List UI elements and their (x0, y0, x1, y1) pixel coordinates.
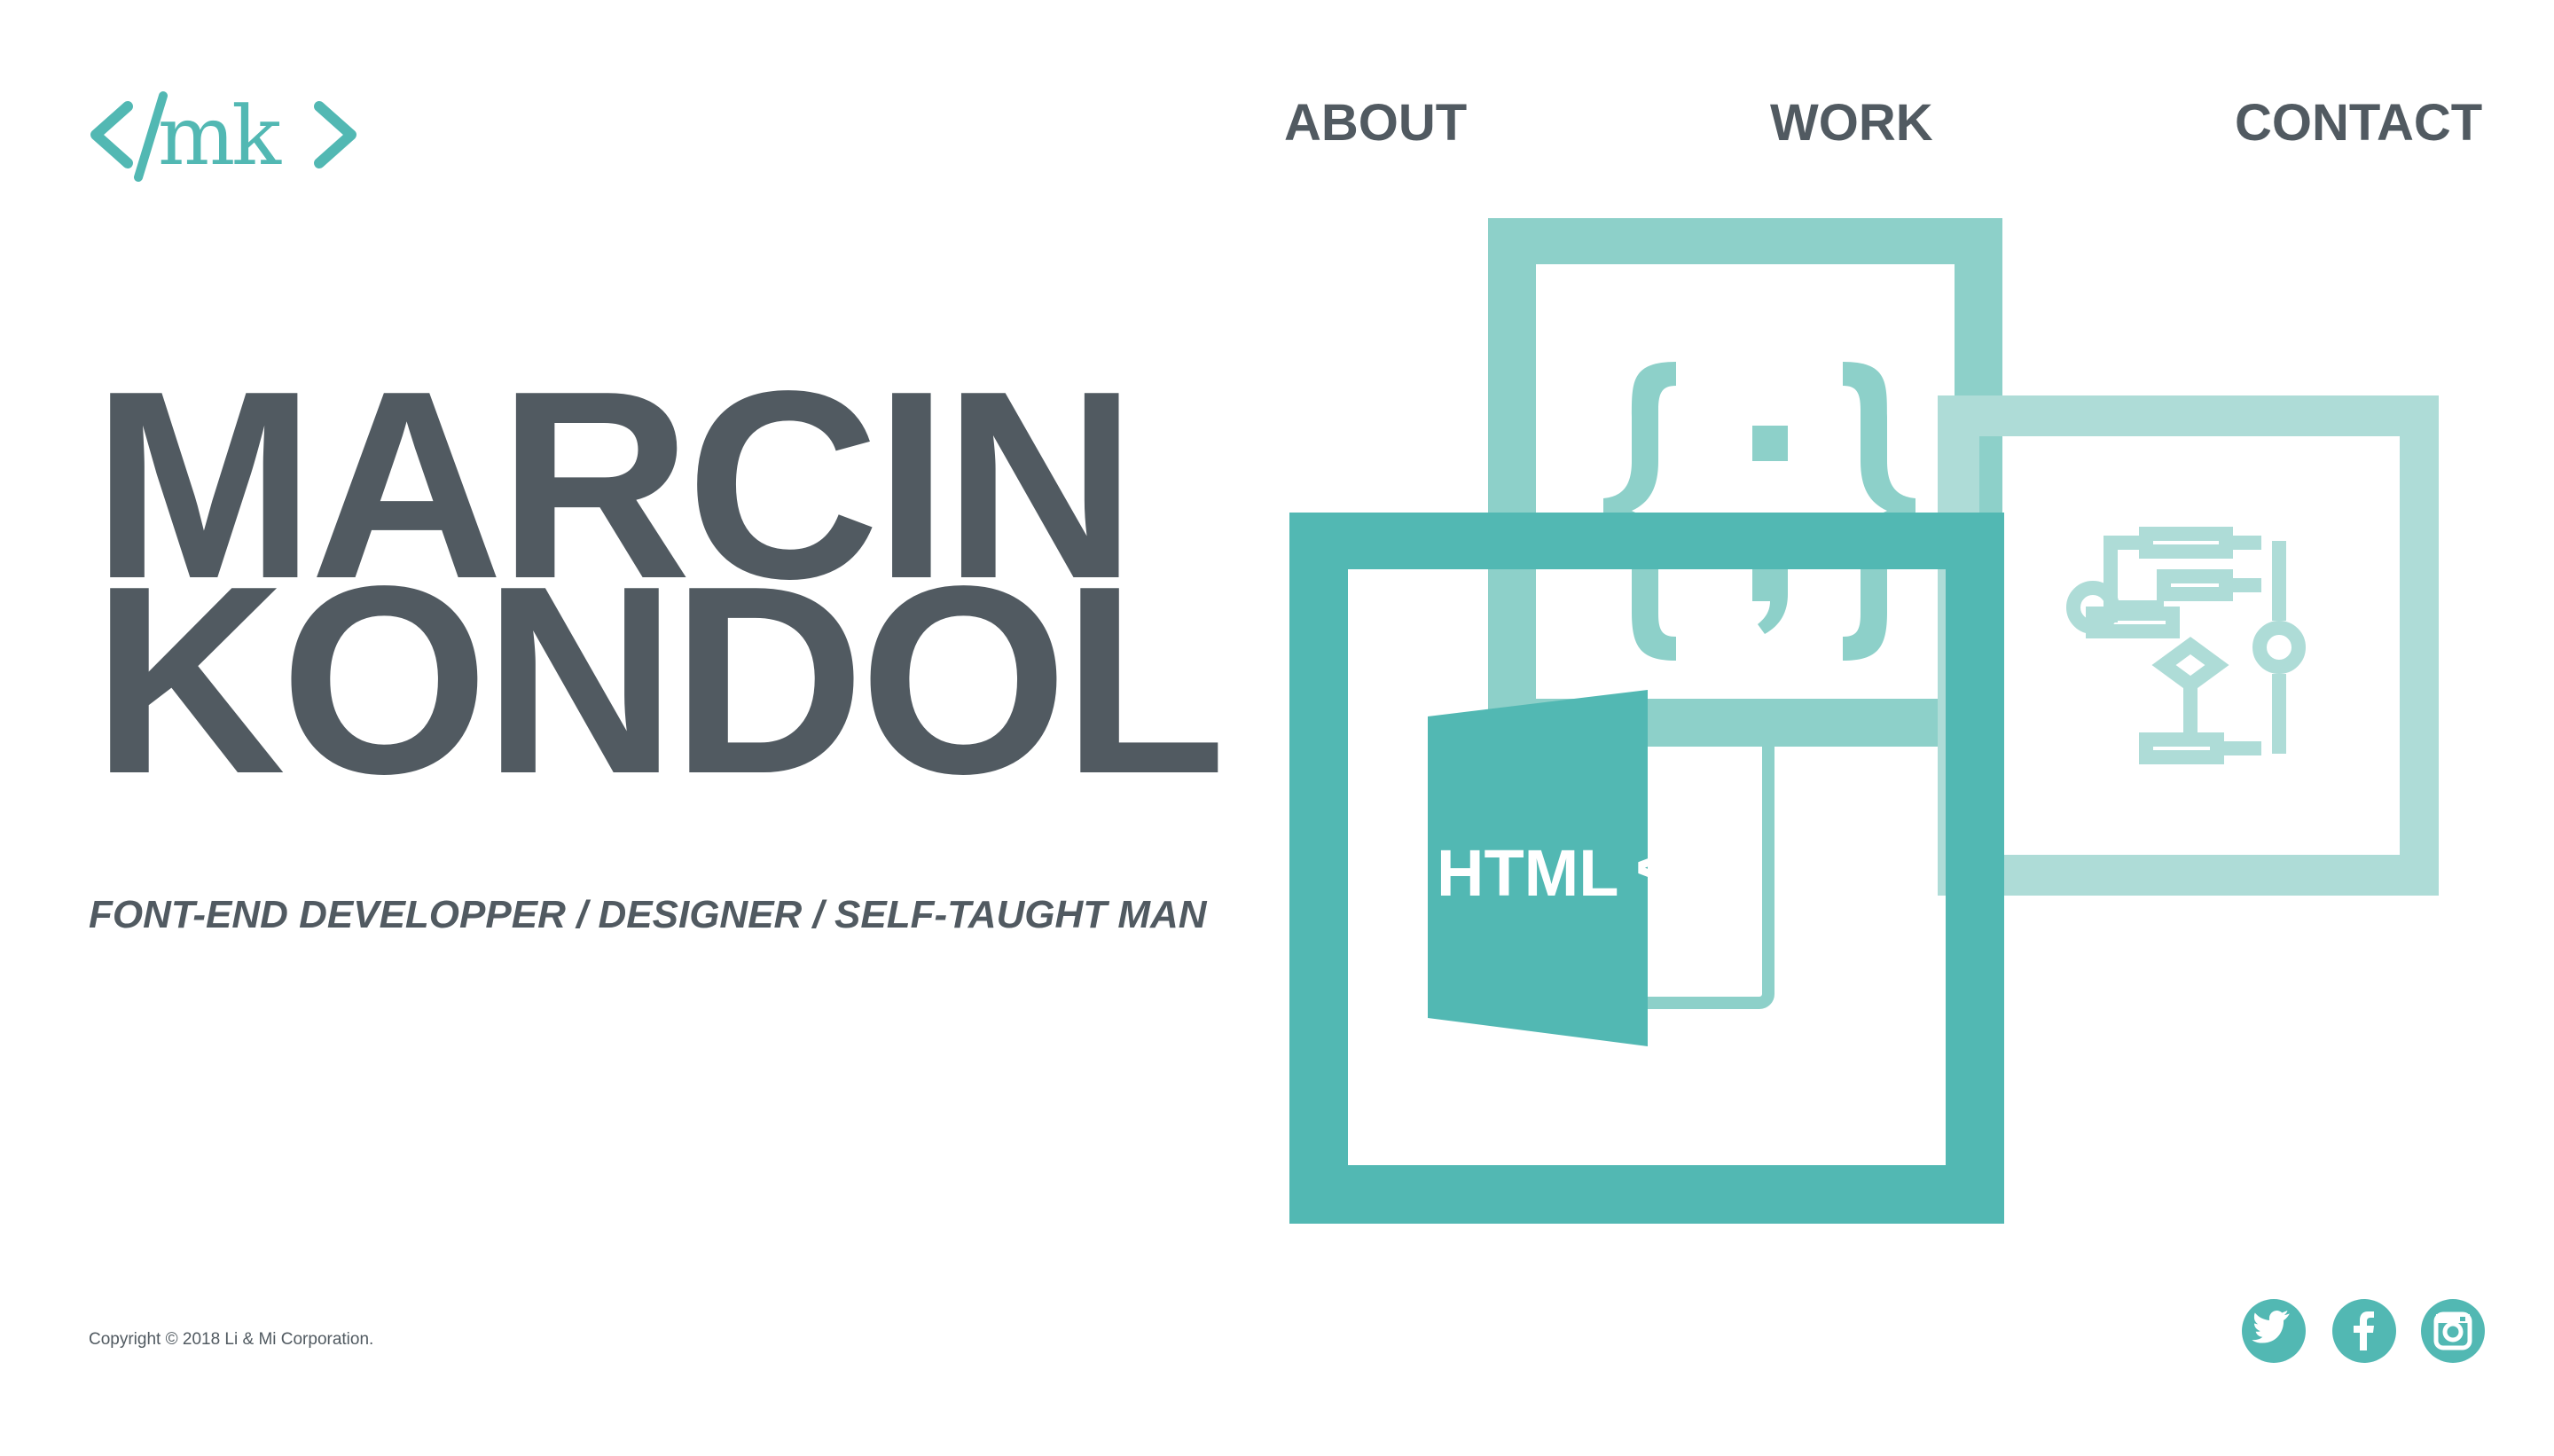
facebook-link[interactable] (2332, 1299, 2396, 1363)
copyright-text: Copyright © 2018 Li & Mi Corporation. (89, 1330, 374, 1349)
svg-text:</>: </> (1635, 827, 1738, 906)
twitter-link[interactable] (2242, 1299, 2306, 1363)
curly-braces-icon (1603, 362, 1916, 661)
logo[interactable]: mk (87, 89, 362, 186)
instagram-link[interactable] (2421, 1299, 2485, 1363)
nav-contact-link[interactable]: CONTACT (2235, 98, 2482, 149)
logo-text: mk (158, 89, 281, 184)
braces-frame (1488, 218, 2002, 747)
twitter-icon (2252, 1311, 2290, 1343)
hero-illustration: HTML </> (1289, 218, 2439, 1224)
hero-tagline: FONT-END DEVELOPPER / DESIGNER / SELF-TA… (89, 893, 1207, 936)
flowchart-icon (2066, 527, 2306, 764)
hero-last-name: KONDOL (92, 530, 1226, 829)
nav-about-link[interactable]: ABOUT (1284, 98, 1467, 149)
facebook-icon (2354, 1311, 2374, 1350)
page: mk ABOUT WORK CONTACT MARCIN KONDOL FONT… (0, 0, 2554, 1456)
nav-work-link[interactable]: WORK (1770, 98, 1933, 149)
svg-text:HTML: HTML (1437, 836, 1619, 910)
instagram-icon (2433, 1311, 2472, 1350)
